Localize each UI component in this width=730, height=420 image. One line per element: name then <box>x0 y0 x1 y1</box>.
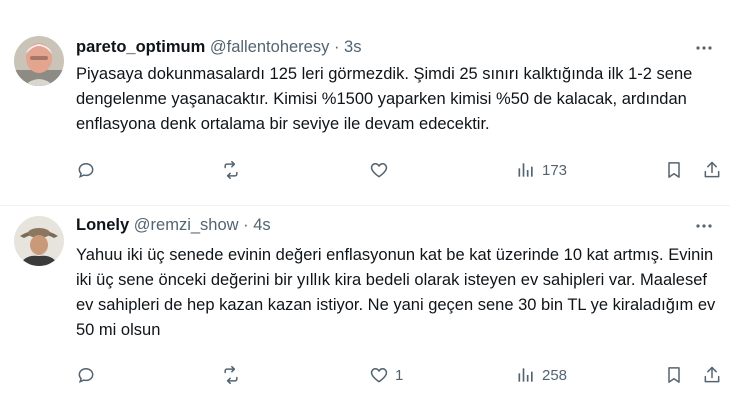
views-count: 258 <box>542 366 568 384</box>
retweet-icon <box>224 160 238 180</box>
retweet-button[interactable] <box>221 158 241 182</box>
like-button[interactable]: 1 <box>369 363 403 387</box>
views-button[interactable]: 173 <box>516 158 567 182</box>
tweet-header: Lonely @remzi_show · 4s <box>76 216 271 235</box>
reply-icon <box>78 367 94 383</box>
share-button[interactable] <box>702 158 722 182</box>
tweet-text: Piyasaya dokunmasalardı 125 leri görmezd… <box>76 65 693 133</box>
display-name[interactable]: Lonely <box>76 216 129 234</box>
display-name[interactable]: pareto_optimum <box>76 38 205 56</box>
bookmark-icon <box>668 367 680 383</box>
tweet-divider <box>0 205 730 206</box>
separator: · <box>333 38 340 56</box>
share-icon <box>704 161 720 178</box>
share-icon <box>704 366 720 383</box>
tweet-actions: 173 <box>76 158 722 182</box>
views-icon <box>518 368 533 382</box>
user-handle[interactable]: @remzi_show <box>134 216 239 234</box>
user-handle[interactable]: @fallentoheresy <box>210 38 329 56</box>
more-icon[interactable] <box>694 38 714 58</box>
tweet-header: pareto_optimum @fallentoheresy · 3s <box>76 38 361 57</box>
timestamp[interactable]: 4s <box>253 216 270 234</box>
views-icon <box>518 163 533 177</box>
bookmark-button[interactable] <box>664 363 684 387</box>
separator: · <box>243 216 249 234</box>
avatar[interactable] <box>14 36 64 86</box>
avatar[interactable] <box>14 216 64 266</box>
timestamp[interactable]: 3s <box>344 38 361 56</box>
retweet-button[interactable] <box>221 363 241 387</box>
reply-button[interactable] <box>76 363 96 387</box>
tweet-actions: 1 258 <box>76 363 722 387</box>
reply-button[interactable] <box>76 158 96 182</box>
like-count: 1 <box>395 366 404 384</box>
views-button[interactable]: 258 <box>516 363 567 387</box>
like-button[interactable] <box>369 158 395 182</box>
views-count: 173 <box>542 161 568 179</box>
tweet-text: Yahuu iki üç senede evinin değeri enflas… <box>76 246 716 339</box>
heart-icon <box>370 162 388 178</box>
retweet-icon <box>224 365 238 385</box>
share-button[interactable] <box>702 363 722 387</box>
reply-icon <box>78 162 94 178</box>
more-icon[interactable] <box>694 216 714 236</box>
bookmark-button[interactable] <box>664 158 684 182</box>
heart-icon <box>370 367 388 383</box>
bookmark-icon <box>668 162 680 178</box>
